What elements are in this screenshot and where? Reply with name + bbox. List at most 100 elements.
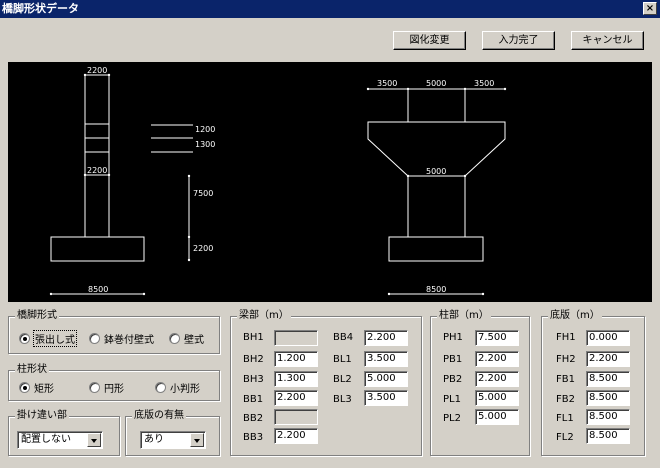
change-drawing-button[interactable]: 図化変更 xyxy=(393,31,466,50)
radio-label: 壁式 xyxy=(184,335,204,346)
offset-title: 掛け違い部 xyxy=(15,410,69,422)
beam-field-bl3[interactable]: 3.500 xyxy=(364,390,408,406)
footing-field-fh2[interactable]: 2.200 xyxy=(586,351,630,367)
front-footing-width-label: 8500 xyxy=(426,285,446,294)
beam-label-bb2: BB2 xyxy=(243,413,264,424)
footing-label-fh1: FH1 xyxy=(556,332,576,343)
beam-field-bl1[interactable]: 3.500 xyxy=(364,351,408,367)
column-label-pb1: PB1 xyxy=(443,354,463,365)
beam-label-bb3: BB3 xyxy=(243,432,264,443)
front-dim-left-label: 3500 xyxy=(377,79,397,88)
beam-field-bb2 xyxy=(274,409,318,425)
pier-type-group: 橋脚形式 張出し式 鉢巻付壁式 壁式 xyxy=(8,310,220,354)
side-top-width-label: 2200 xyxy=(87,66,107,75)
column-group: 柱部（m） PH1 7.500 PB1 2.200 PB2 2.200 PL1 … xyxy=(430,310,530,456)
beam-field-bb3[interactable]: 2.200 xyxy=(274,428,318,444)
beam-field-bh1 xyxy=(274,330,318,346)
column-field-ph1[interactable]: 7.500 xyxy=(475,330,519,346)
side-h1-label: 1200 xyxy=(195,125,215,134)
offset-value: 配置しない xyxy=(21,434,71,445)
footing-group: 底版（m） FH1 0.000 FH2 2.200 FB1 8.500 FB2 … xyxy=(541,310,645,456)
footing-label-fl1: FL1 xyxy=(556,413,574,424)
footing-field-fl1[interactable]: 8.500 xyxy=(586,409,630,425)
pier-type-radio-cantilever[interactable]: 張出し式 xyxy=(19,330,77,347)
column-label-pb2: PB2 xyxy=(443,374,463,385)
radio-unselected-icon xyxy=(169,333,180,344)
beam-label-bb1: BB1 xyxy=(243,394,264,405)
side-col-width-label: 2200 xyxy=(87,166,107,175)
column-field-pl2[interactable]: 5.000 xyxy=(475,409,519,425)
footing-field-fh1[interactable]: 0.000 xyxy=(586,330,630,346)
column-shape-radio-oval[interactable]: 小判形 xyxy=(155,380,200,395)
column-shape-group: 柱形状 矩形 円形 小判形 xyxy=(8,364,220,401)
footing-label-fb1: FB1 xyxy=(556,374,575,385)
side-view-points xyxy=(49,73,191,296)
column-label-pl2: PL2 xyxy=(443,413,461,424)
radio-unselected-icon xyxy=(155,382,166,393)
pier-drawing: 2200 1200 1300 2200 7500 2200 8500 3500 … xyxy=(49,66,507,296)
title-bar: 橋脚形状データ × xyxy=(0,0,660,18)
radio-label: 矩形 xyxy=(34,384,54,395)
radio-unselected-icon xyxy=(89,382,100,393)
side-footing-width-label: 8500 xyxy=(88,285,108,294)
close-button[interactable]: × xyxy=(643,2,657,15)
front-view-points xyxy=(366,87,507,296)
beam-label-bh2: BH2 xyxy=(243,354,264,365)
side-view xyxy=(50,74,193,295)
offset-select[interactable]: 配置しない xyxy=(17,431,103,449)
footing-title: 底版（m） xyxy=(548,310,602,322)
column-shape-radio-circle[interactable]: 円形 xyxy=(89,380,124,395)
radio-label: 小判形 xyxy=(170,384,200,395)
dropdown-arrow-icon[interactable] xyxy=(87,433,101,447)
input-complete-button[interactable]: 入力完了 xyxy=(482,31,555,50)
beam-label-bl1: BL1 xyxy=(333,354,352,365)
pier-type-radio-wall[interactable]: 壁式 xyxy=(169,331,204,346)
column-shape-radio-rect[interactable]: 矩形 xyxy=(19,380,54,395)
front-dim-mid-label: 5000 xyxy=(426,79,446,88)
footing-label-fl2: FL2 xyxy=(556,432,574,443)
side-footing-height-label: 2200 xyxy=(193,244,213,253)
cancel-button[interactable]: キャンセル xyxy=(571,31,644,50)
radio-label: 張出し式 xyxy=(33,330,77,347)
drawing-canvas: 2200 1200 1300 2200 7500 2200 8500 3500 … xyxy=(8,62,652,302)
beam-label-bb4: BB4 xyxy=(333,332,354,343)
pier-type-radio-banded-wall[interactable]: 鉢巻付壁式 xyxy=(89,331,154,346)
beam-field-bh3[interactable]: 1.300 xyxy=(274,371,318,387)
column-field-pb2[interactable]: 2.200 xyxy=(475,371,519,387)
beam-group: 梁部（m） BH1 BH2 1.200 BH3 1.300 BB1 2.200 … xyxy=(230,310,422,456)
radio-selected-icon xyxy=(19,333,30,344)
footing-field-fb1[interactable]: 8.500 xyxy=(586,371,630,387)
footing-exists-select[interactable]: あり xyxy=(140,431,206,449)
column-shape-title: 柱形状 xyxy=(15,364,49,376)
footing-field-fb2[interactable]: 8.500 xyxy=(586,390,630,406)
footing-exists-group: 底版の有無 あり xyxy=(125,410,220,456)
beam-field-bh2[interactable]: 1.200 xyxy=(274,351,318,367)
footing-label-fh2: FH2 xyxy=(556,354,576,365)
column-label-pl1: PL1 xyxy=(443,394,461,405)
beam-field-bb4[interactable]: 2.200 xyxy=(364,330,408,346)
column-title: 柱部（m） xyxy=(437,310,491,322)
footing-exists-title: 底版の有無 xyxy=(132,410,186,422)
front-dim-right-label: 3500 xyxy=(474,79,494,88)
column-field-pb1[interactable]: 2.200 xyxy=(475,351,519,367)
beam-label-bh3: BH3 xyxy=(243,374,264,385)
beam-field-bb1[interactable]: 2.200 xyxy=(274,390,318,406)
footing-exists-value: あり xyxy=(144,434,164,445)
beam-title: 梁部（m） xyxy=(237,310,291,322)
beam-field-bl2[interactable]: 5.000 xyxy=(364,371,408,387)
column-field-pl1[interactable]: 5.000 xyxy=(475,390,519,406)
column-label-ph1: PH1 xyxy=(443,332,463,343)
radio-label: 鉢巻付壁式 xyxy=(104,335,154,346)
dropdown-arrow-icon[interactable] xyxy=(190,433,204,447)
beam-label-bl2: BL2 xyxy=(333,374,352,385)
front-view xyxy=(367,88,506,295)
footing-field-fl2[interactable]: 8.500 xyxy=(586,428,630,444)
side-col-height-label: 7500 xyxy=(193,189,213,198)
radio-selected-icon xyxy=(19,382,30,393)
beam-label-bl3: BL3 xyxy=(333,394,352,405)
beam-label-bh1: BH1 xyxy=(243,332,264,343)
window-title: 橋脚形状データ xyxy=(2,2,79,15)
pier-type-title: 橋脚形式 xyxy=(15,310,59,322)
side-h2-label: 1300 xyxy=(195,140,215,149)
radio-unselected-icon xyxy=(89,333,100,344)
